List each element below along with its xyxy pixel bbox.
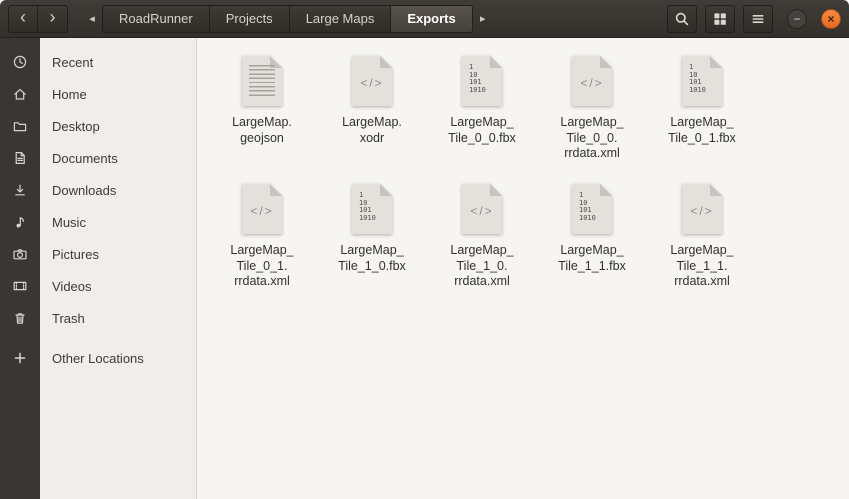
file-item[interactable]: </> LargeMap_ Tile_1_0. rrdata.xml bbox=[430, 184, 534, 312]
forward-icon: › bbox=[49, 7, 56, 27]
file-name: LargeMap_ Tile_0_1. rrdata.xml bbox=[230, 243, 294, 288]
hamburger-icon bbox=[750, 11, 766, 27]
trash-icon bbox=[12, 310, 28, 326]
view-toggle-button[interactable] bbox=[705, 4, 735, 33]
file-icon-glyph: 1 10 101 1010 bbox=[359, 191, 376, 222]
sidebar-item-home[interactable]: Home bbox=[0, 78, 197, 110]
back-button[interactable]: ‹ bbox=[8, 4, 38, 33]
back-icon: ‹ bbox=[20, 7, 26, 27]
file-icon-glyph: </> bbox=[580, 76, 604, 90]
sidebar-item-other-locations[interactable]: Other Locations bbox=[0, 342, 197, 374]
sidebar-item-label: Documents bbox=[52, 150, 118, 166]
film-icon bbox=[12, 278, 28, 294]
sidebar-item-label: Home bbox=[52, 86, 87, 102]
download-icon bbox=[12, 182, 28, 198]
minimize-button[interactable]: − bbox=[787, 8, 807, 29]
code-file-icon: </> bbox=[462, 184, 502, 234]
sidebar-item-label: Music bbox=[52, 214, 86, 230]
close-icon: × bbox=[827, 11, 835, 26]
breadcrumb-large-maps[interactable]: Large Maps bbox=[289, 4, 392, 33]
file-item[interactable]: </> LargeMap. xodr bbox=[320, 56, 424, 184]
path-scroll-right-button[interactable]: ▸ bbox=[475, 12, 491, 25]
code-file-icon: </> bbox=[572, 56, 612, 106]
file-name: LargeMap. xodr bbox=[342, 115, 402, 145]
chevron-left-icon: ◂ bbox=[89, 13, 95, 25]
sidebar-item-documents[interactable]: Documents bbox=[0, 142, 197, 174]
binary-file-icon: 1 10 101 1010 bbox=[352, 184, 392, 234]
header-bar: ‹ › ◂ RoadRunner Projects Large Maps Exp… bbox=[0, 0, 849, 38]
forward-button[interactable]: › bbox=[38, 4, 68, 33]
minimize-icon: − bbox=[793, 11, 801, 26]
binary-file-icon: 1 10 101 1010 bbox=[462, 56, 502, 106]
path-scroll-left-button[interactable]: ◂ bbox=[84, 12, 100, 25]
file-item[interactable]: 1 10 101 1010 LargeMap_ Tile_1_1.fbx bbox=[540, 184, 644, 312]
sidebar-item-videos[interactable]: Videos bbox=[0, 270, 197, 302]
grid-view-icon bbox=[712, 11, 728, 27]
chevron-right-icon: ▸ bbox=[479, 13, 486, 25]
clock-icon bbox=[12, 54, 28, 70]
code-file-icon: </> bbox=[352, 56, 392, 106]
file-icon-glyph: </> bbox=[470, 204, 494, 218]
magnifier-icon bbox=[674, 11, 690, 27]
file-name: LargeMap_ Tile_1_1. rrdata.xml bbox=[670, 243, 734, 288]
close-button[interactable]: × bbox=[821, 8, 841, 29]
file-icon-glyph: 1 10 101 1010 bbox=[689, 63, 706, 94]
sidebar-item-recent[interactable]: Recent bbox=[0, 46, 197, 78]
breadcrumb-exports[interactable]: Exports bbox=[391, 4, 473, 33]
home-icon bbox=[12, 86, 28, 102]
file-name: LargeMap_ Tile_0_1.fbx bbox=[668, 115, 736, 145]
sidebar-item-label: Desktop bbox=[52, 118, 100, 134]
sidebar-item-label: Pictures bbox=[52, 246, 99, 262]
sidebar-item-label: Other Locations bbox=[52, 350, 144, 366]
document-icon bbox=[12, 150, 28, 166]
folder-icon bbox=[12, 118, 28, 134]
file-name: LargeMap_ Tile_0_0.fbx bbox=[448, 115, 516, 145]
file-item[interactable]: </> LargeMap_ Tile_0_1. rrdata.xml bbox=[210, 184, 314, 312]
menu-button[interactable] bbox=[743, 4, 773, 33]
sidebar-item-label: Recent bbox=[52, 54, 94, 70]
file-item[interactable]: LargeMap. geojson bbox=[210, 56, 314, 184]
file-item[interactable]: 1 10 101 1010 LargeMap_ Tile_0_0.fbx bbox=[430, 56, 534, 184]
file-icon-glyph: </> bbox=[360, 76, 384, 90]
file-name: LargeMap_ Tile_1_1.fbx bbox=[558, 243, 626, 273]
sidebar-item-desktop[interactable]: Desktop bbox=[0, 110, 197, 142]
file-icon-glyph: </> bbox=[690, 204, 714, 218]
file-icon-glyph: 1 10 101 1010 bbox=[579, 191, 596, 222]
binary-file-icon: 1 10 101 1010 bbox=[682, 56, 722, 106]
code-file-icon: </> bbox=[242, 184, 282, 234]
breadcrumb-projects[interactable]: Projects bbox=[209, 4, 290, 33]
file-icon-glyph: </> bbox=[250, 204, 274, 218]
code-file-icon: </> bbox=[682, 184, 722, 234]
binary-file-icon: 1 10 101 1010 bbox=[572, 184, 612, 234]
plus-icon bbox=[12, 350, 28, 366]
breadcrumb: RoadRunner Projects Large Maps Exports bbox=[102, 4, 473, 33]
sidebar-item-trash[interactable]: Trash bbox=[0, 302, 197, 334]
search-button[interactable] bbox=[667, 4, 697, 33]
file-name: LargeMap_ Tile_0_0. rrdata.xml bbox=[560, 115, 624, 160]
sidebar-item-label: Trash bbox=[52, 310, 85, 326]
sidebar: Recent Home Desktop Documents Downloads … bbox=[13, 38, 197, 499]
text-file-icon bbox=[242, 56, 282, 106]
camera-icon bbox=[12, 246, 28, 262]
file-item[interactable]: </> LargeMap_ Tile_1_1. rrdata.xml bbox=[650, 184, 754, 312]
file-item[interactable]: 1 10 101 1010 LargeMap_ Tile_1_0.fbx bbox=[320, 184, 424, 312]
sidebar-item-label: Downloads bbox=[52, 182, 117, 198]
sidebar-item-downloads[interactable]: Downloads bbox=[0, 174, 197, 206]
file-name: LargeMap_ Tile_1_0.fbx bbox=[338, 243, 406, 273]
music-note-icon bbox=[12, 214, 28, 230]
sidebar-item-music[interactable]: Music bbox=[0, 206, 197, 238]
file-manager-window: ‹ › ◂ RoadRunner Projects Large Maps Exp… bbox=[0, 0, 849, 499]
file-grid: LargeMap. geojson </> LargeMap. xodr 1 10 … bbox=[197, 38, 849, 499]
text-lines-art bbox=[249, 65, 275, 97]
file-item[interactable]: </> LargeMap_ Tile_0_0. rrdata.xml bbox=[540, 56, 644, 184]
breadcrumb-roadrunner[interactable]: RoadRunner bbox=[102, 4, 210, 33]
file-name: LargeMap. geojson bbox=[232, 115, 292, 145]
file-icon-glyph: 1 10 101 1010 bbox=[469, 63, 486, 94]
sidebar-item-label: Videos bbox=[52, 278, 92, 294]
sidebar-list: Recent Home Desktop Documents Downloads … bbox=[0, 46, 197, 374]
file-item[interactable]: 1 10 101 1010 LargeMap_ Tile_0_1.fbx bbox=[650, 56, 754, 184]
file-name: LargeMap_ Tile_1_0. rrdata.xml bbox=[450, 243, 514, 288]
history-nav: ‹ › bbox=[8, 4, 68, 33]
sidebar-item-pictures[interactable]: Pictures bbox=[0, 238, 197, 270]
